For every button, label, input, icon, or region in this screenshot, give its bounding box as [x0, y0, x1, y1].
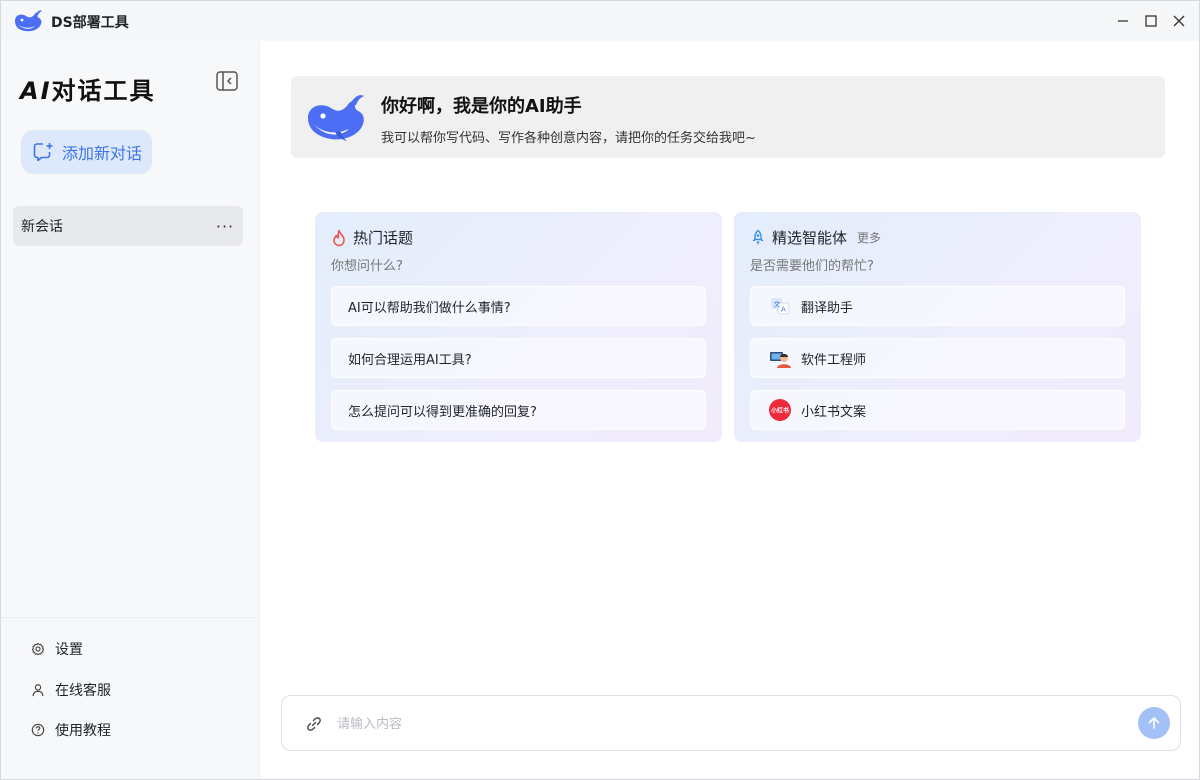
add-new-chat-button[interactable]: 添加新对话 [21, 130, 152, 174]
online-support-button[interactable]: 在线客服 [31, 679, 111, 701]
tutorial-button[interactable]: 使用教程 [31, 719, 111, 741]
svg-text:小红书: 小红书 [770, 407, 789, 415]
whale-logo-icon [15, 10, 42, 32]
minimize-button[interactable] [1109, 7, 1137, 35]
collapse-sidebar-icon [216, 71, 238, 91]
sidebar-title-prefix: AI [20, 77, 52, 105]
featured-agents-title: 精选智能体 [772, 229, 848, 247]
sidebar-divider [1, 617, 260, 618]
tutorial-label: 使用教程 [55, 723, 111, 739]
message-input[interactable] [337, 710, 1117, 738]
arrow-up-icon [1148, 717, 1160, 729]
sidebar-title: AI对话工具 [20, 71, 156, 106]
rocket-icon [752, 229, 764, 245]
minimize-icon [1118, 20, 1128, 22]
session-item-label: 新会话 [21, 219, 63, 235]
link-icon[interactable] [304, 714, 324, 734]
greeting-banner: 你好啊，我是你的AI助手 我可以帮你写代码、写作各种创意内容，请把你的任务交给我… [291, 76, 1165, 158]
user-icon [32, 684, 44, 697]
session-more-button[interactable]: ··· [215, 214, 235, 238]
maximize-icon [1145, 15, 1157, 27]
title-bar[interactable]: DS部署工具 [1, 1, 1199, 41]
app-window: DS部署工具 AI对话工具 添加新对话 新会话 ··· 设置 在线客服 使用教程… [0, 0, 1200, 780]
flame-icon [333, 229, 345, 246]
featured-agents-header: 精选智能体 更多 [750, 227, 881, 248]
featured-agents-card: 精选智能体 更多 是否需要他们的帮忙? 文 A 翻译助手 软件工程师 小红书 小… [734, 212, 1141, 442]
hot-topic-item[interactable]: 怎么提问可以得到更准确的回复? [331, 390, 706, 430]
hot-topic-label: 怎么提问可以得到更准确的回复? [348, 404, 537, 420]
agent-item-label: 小红书文案 [801, 404, 867, 420]
svg-text:A: A [781, 306, 786, 314]
main-content: 你好啊，我是你的AI助手 我可以帮你写代码、写作各种创意内容，请把你的任务交给我… [261, 41, 1199, 779]
hot-topic-item[interactable]: 如何合理运用AI工具? [331, 338, 706, 378]
svg-text:文: 文 [774, 300, 781, 309]
sidebar-title-rest: 对话工具 [51, 77, 156, 105]
featured-agents-subtitle: 是否需要他们的帮忙? [750, 259, 874, 274]
greeting-title: 你好啊，我是你的AI助手 [381, 96, 582, 117]
add-new-chat-label: 添加新对话 [62, 144, 143, 163]
agent-item-xiaohongshu[interactable]: 小红书 小红书文案 [750, 390, 1125, 430]
hot-topics-card: 热门话题 你想问什么? AI可以帮助我们做什么事情? 如何合理运用AI工具? 怎… [315, 212, 722, 442]
hot-topic-label: AI可以帮助我们做什么事情? [348, 300, 511, 316]
greeting-subtitle: 我可以帮你写代码、写作各种创意内容，请把你的任务交给我吧~ [381, 131, 756, 146]
close-button[interactable] [1165, 7, 1193, 35]
message-input-box [281, 695, 1181, 751]
gear-icon [31, 642, 45, 656]
agent-item-engineer[interactable]: 软件工程师 [750, 338, 1125, 378]
whale-mascot-icon [308, 95, 364, 141]
hot-topics-header: 热门话题 [331, 227, 413, 248]
agent-item-translator[interactable]: 文 A 翻译助手 [750, 286, 1125, 326]
settings-label: 设置 [55, 642, 83, 658]
send-button[interactable] [1138, 707, 1170, 739]
agent-item-label: 翻译助手 [801, 300, 854, 316]
translate-icon: 文 A [769, 295, 791, 317]
app-title: DS部署工具 [51, 15, 129, 31]
maximize-button[interactable] [1137, 7, 1165, 35]
collapse-sidebar-button[interactable] [215, 69, 239, 93]
online-support-label: 在线客服 [55, 683, 111, 699]
hot-topic-label: 如何合理运用AI工具? [348, 352, 472, 368]
more-agents-link[interactable]: 更多 [857, 229, 881, 246]
session-item[interactable]: 新会话 ··· [13, 206, 243, 246]
settings-button[interactable]: 设置 [31, 638, 83, 660]
new-chat-icon [33, 143, 53, 162]
engineer-icon [769, 347, 791, 369]
hot-topics-title: 热门话题 [353, 229, 414, 247]
hot-topic-item[interactable]: AI可以帮助我们做什么事情? [331, 286, 706, 326]
xiaohongshu-icon: 小红书 [769, 399, 791, 421]
hot-topics-subtitle: 你想问什么? [331, 259, 403, 274]
close-icon [1173, 15, 1185, 27]
sidebar: AI对话工具 添加新对话 新会话 ··· 设置 在线客服 使用教程 [1, 41, 260, 779]
agent-item-label: 软件工程师 [801, 352, 867, 368]
help-circle-icon [31, 723, 45, 737]
